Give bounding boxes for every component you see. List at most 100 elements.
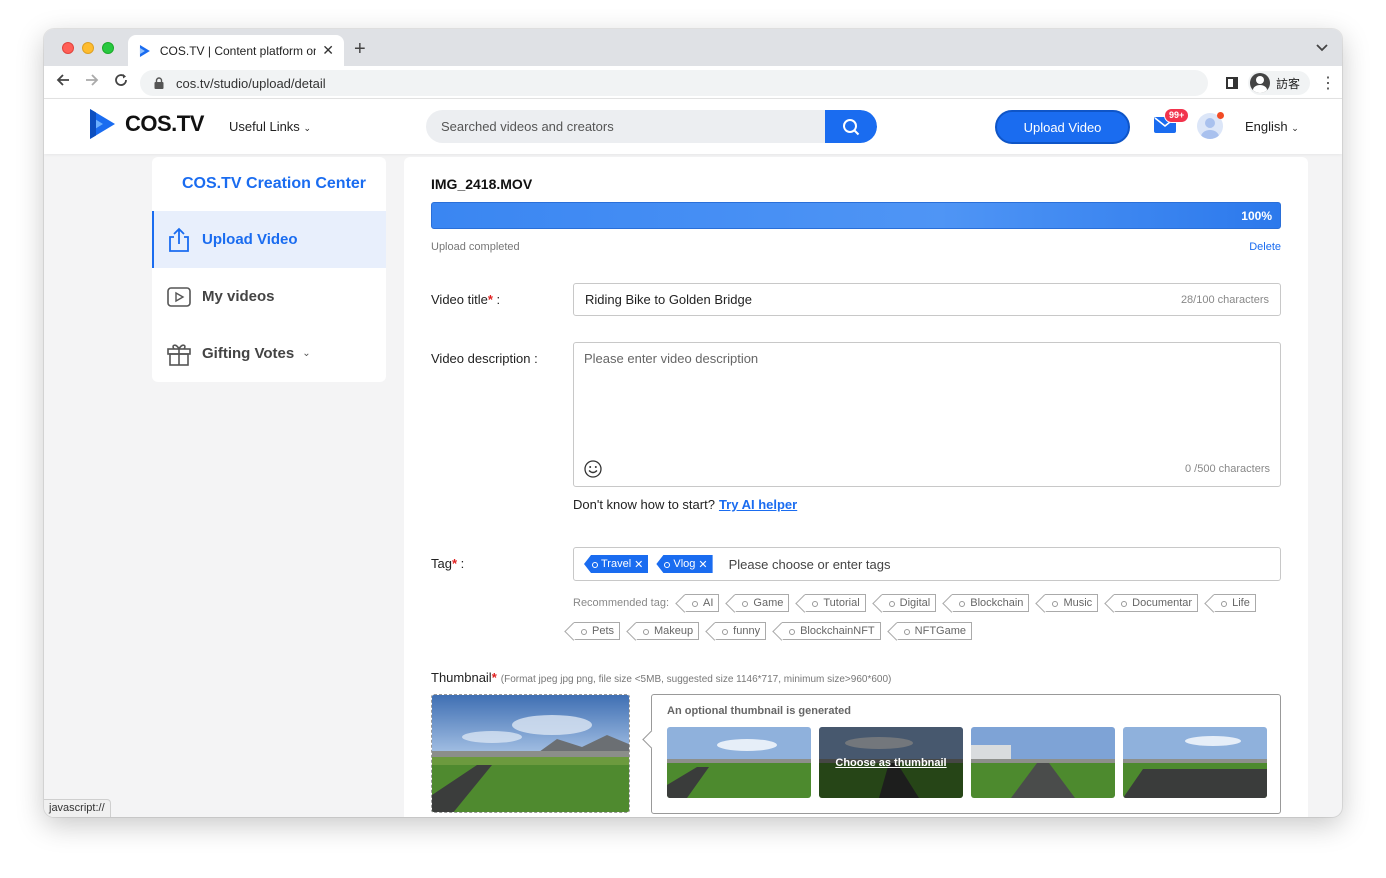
chevron-down-icon: ⌄ (303, 123, 311, 133)
recommended-tag[interactable]: BlockchainNFT (782, 622, 881, 640)
video-title-value: Riding Bike to Golden Bridge (585, 292, 752, 307)
search-box (426, 110, 877, 143)
sidebar-item-label: Gifting Votes (202, 345, 295, 362)
browser-tab[interactable]: COS.TV | Content platform on ✕ (128, 35, 344, 66)
recommended-tag[interactable]: funny (715, 622, 767, 640)
costv-favicon-icon (139, 44, 150, 57)
profile-avatar-icon (1249, 73, 1270, 93)
gift-icon (167, 343, 191, 366)
thumbnail-label-text: Thumbnail (431, 670, 492, 685)
video-title-label: Video title* : (431, 292, 501, 307)
tag-chip-label: Vlog (673, 558, 696, 570)
video-title-input[interactable]: Riding Bike to Golden Bridge 28/100 char… (573, 283, 1281, 316)
window-controls (62, 42, 114, 54)
browser-window: COS.TV | Content platform on ✕ + cos.tv/… (44, 29, 1342, 817)
title-char-counter: 28/100 characters (1180, 293, 1269, 306)
creation-center-sidebar: COS.TV Creation Center Upload Video My v… (152, 157, 386, 382)
notification-dot (1217, 112, 1224, 119)
generated-thumbnails-panel: An optional thumbnail is generated Choos… (651, 694, 1281, 814)
recommended-tag-label: Recommended tag: (573, 597, 669, 609)
video-description-textarea[interactable]: Please enter video description 0 /500 ch… (573, 342, 1281, 487)
new-tab-button[interactable]: + (354, 38, 366, 61)
video-description-label: Video description : (431, 351, 538, 366)
language-selector[interactable]: English ⌄ (1245, 119, 1299, 134)
status-bar-url: javascript:// (44, 799, 111, 817)
recommended-tag[interactable]: Game (735, 594, 790, 612)
close-window-button[interactable] (62, 42, 74, 54)
required-mark: * (491, 670, 497, 685)
generated-thumbnail[interactable] (971, 727, 1115, 798)
selected-tag-chip: Vlog ✕ (656, 555, 713, 573)
chevron-down-icon: ⌄ (1291, 123, 1299, 133)
tab-search-chevron-icon[interactable] (1316, 41, 1328, 55)
mail-count-badge: 99+ (1164, 108, 1190, 123)
useful-links-menu[interactable]: Useful Links ⌄ (229, 119, 311, 134)
language-label: English (1245, 119, 1288, 134)
selected-tag-chip: Travel ✕ (584, 555, 649, 573)
search-icon (843, 118, 860, 135)
side-panel-icon[interactable] (1225, 77, 1238, 89)
recommended-tag[interactable]: Music (1045, 594, 1099, 612)
forward-arrow-icon[interactable] (81, 72, 103, 92)
sidebar-item-label: Upload Video (202, 231, 298, 248)
recommended-tags-row-1: Recommended tag: AI Game Tutorial Digita… (573, 594, 1256, 612)
tag-input[interactable]: Travel ✕ Vlog ✕ Please choose or enter tag… (573, 547, 1281, 581)
upload-detail-panel: IMG_2418.MOV 100% Upload completed Delet… (404, 157, 1308, 817)
ai-helper-prompt: Don't know how to start? Try AI helper (573, 497, 797, 512)
remove-tag-icon[interactable]: ✕ (698, 558, 707, 571)
recommended-tag[interactable]: Documentar (1114, 594, 1199, 612)
logo-text: COS.TV (125, 111, 204, 136)
close-tab-icon[interactable]: ✕ (322, 42, 334, 59)
generated-thumbnail[interactable] (667, 727, 811, 798)
browser-menu-icon[interactable]: ⋮ (1320, 73, 1336, 93)
choose-as-thumbnail-link[interactable]: Choose as thumbnail (819, 727, 963, 798)
recommended-tag[interactable]: Tutorial (805, 594, 866, 612)
profile-button[interactable]: 訪客 (1247, 71, 1310, 95)
search-button[interactable] (825, 110, 877, 143)
tab-strip: COS.TV | Content platform on ✕ + (44, 29, 1342, 66)
browser-toolbar: cos.tv/studio/upload/detail 訪客 ⋮ (44, 66, 1342, 99)
recommended-tag[interactable]: Makeup (636, 622, 700, 640)
costv-logo[interactable]: COS.TV (87, 108, 204, 140)
site-header: COS.TV Useful Links ⌄ Upload Video 99+ E… (44, 99, 1342, 154)
emoji-icon[interactable] (584, 460, 602, 478)
search-input[interactable] (426, 110, 825, 143)
generated-thumbnail-hovered[interactable]: Choose as thumbnail (819, 727, 963, 798)
maximize-window-button[interactable] (102, 42, 114, 54)
sidebar-item-upload-video[interactable]: Upload Video (152, 211, 386, 268)
recommended-tag[interactable]: NFTGame (896, 622, 972, 640)
progress-percent: 100% (1241, 209, 1272, 223)
address-bar[interactable]: cos.tv/studio/upload/detail (140, 70, 1208, 96)
profile-name: 訪客 (1275, 76, 1300, 91)
reload-icon[interactable] (110, 72, 132, 92)
recommended-tag[interactable]: Pets (574, 622, 621, 640)
url-text: cos.tv/studio/upload/detail (176, 75, 326, 91)
recommended-tag[interactable]: Digital (881, 594, 937, 612)
play-icon (167, 286, 191, 307)
toolbar-right: 訪客 ⋮ (1225, 71, 1336, 95)
upload-progress-bar: 100% (431, 202, 1281, 229)
header-upload-video-button[interactable]: Upload Video (995, 110, 1130, 144)
sidebar-item-gifting-votes[interactable]: Gifting Votes ⌄ (152, 325, 386, 382)
tag-chip-label: Travel (601, 558, 632, 570)
description-placeholder: Please enter video description (584, 351, 759, 366)
generated-thumbnail[interactable] (1123, 727, 1267, 798)
recommended-tag[interactable]: Life (1214, 594, 1256, 612)
remove-tag-icon[interactable]: ✕ (634, 558, 643, 571)
selected-thumbnail-image[interactable] (431, 694, 630, 813)
lock-icon (154, 77, 164, 89)
thumbnail-label: Thumbnail* (Format jpeg jpg png, file siz… (431, 670, 891, 685)
ai-prompt-text: Don't know how to start? (573, 497, 715, 512)
thumbnail-hint: (Format jpeg jpg png, file size <5MB, su… (500, 674, 892, 685)
minimize-window-button[interactable] (82, 42, 94, 54)
chevron-down-icon: ⌄ (302, 348, 311, 359)
tag-input-placeholder: Please choose or enter tags (728, 556, 891, 572)
sidebar-item-my-videos[interactable]: My videos (152, 268, 386, 325)
delete-link[interactable]: Delete (1249, 241, 1281, 253)
upload-icon (169, 227, 189, 252)
ai-helper-link[interactable]: Try AI helper (719, 497, 797, 512)
recommended-tag[interactable]: Blockchain (952, 594, 1030, 612)
upload-status: Upload completed (431, 241, 520, 253)
back-arrow-icon[interactable] (52, 72, 74, 92)
recommended-tag[interactable]: AI (685, 594, 720, 612)
